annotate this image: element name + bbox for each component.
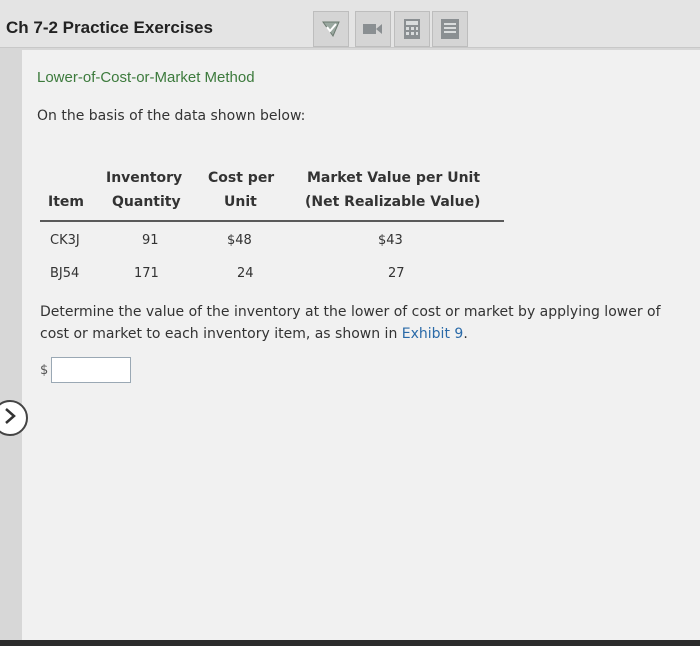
header-quantity-line1: Inventory — [106, 170, 183, 186]
exercise-panel: Lower-of-Cost-or-Market Method On the ba… — [22, 50, 700, 642]
calculator-icon — [403, 18, 421, 40]
document-icon — [440, 18, 460, 40]
intro-text: On the basis of the data shown below: — [37, 108, 306, 124]
cell-item: CK3J — [50, 233, 80, 248]
cell-quantity: 91 — [142, 233, 159, 248]
question-text: Determine the value of the inventory at … — [40, 301, 680, 345]
video-icon — [362, 21, 384, 37]
question-body: Determine the value of the inventory at … — [40, 304, 661, 342]
chevron-right-icon — [2, 407, 18, 429]
header-cost-line1: Cost per — [208, 170, 275, 186]
question-period: . — [463, 326, 468, 342]
currency-symbol: $ — [40, 363, 49, 378]
calculator-button[interactable] — [394, 11, 430, 47]
page-title: Ch 7-2 Practice Exercises — [6, 18, 213, 37]
check-icon — [320, 19, 342, 39]
header-cost-line2: Unit — [224, 194, 257, 210]
table-header-rule — [40, 220, 504, 222]
video-button[interactable] — [355, 11, 391, 47]
cell-market: 27 — [388, 266, 405, 281]
header-quantity-line2: Quantity — [112, 194, 181, 210]
header-market-line1: Market Value per Unit — [307, 170, 481, 186]
bottom-edge — [0, 640, 700, 646]
cell-cost: 24 — [237, 266, 254, 281]
document-button[interactable] — [432, 11, 468, 47]
header-item: Item — [48, 194, 84, 210]
cell-cost: $48 — [227, 233, 252, 248]
top-bar: Ch 7-2 Practice Exercises — [0, 0, 700, 48]
cell-quantity: 171 — [134, 266, 159, 281]
check-button[interactable] — [313, 11, 349, 47]
header-market-line2: (Net Realizable Value) — [305, 194, 481, 210]
answer-input[interactable] — [51, 357, 131, 383]
exhibit-link[interactable]: Exhibit 9 — [402, 326, 464, 342]
cell-market: $43 — [378, 233, 403, 248]
section-title: Lower-of-Cost-or-Market Method — [37, 69, 255, 86]
cell-item: BJ54 — [50, 266, 80, 281]
